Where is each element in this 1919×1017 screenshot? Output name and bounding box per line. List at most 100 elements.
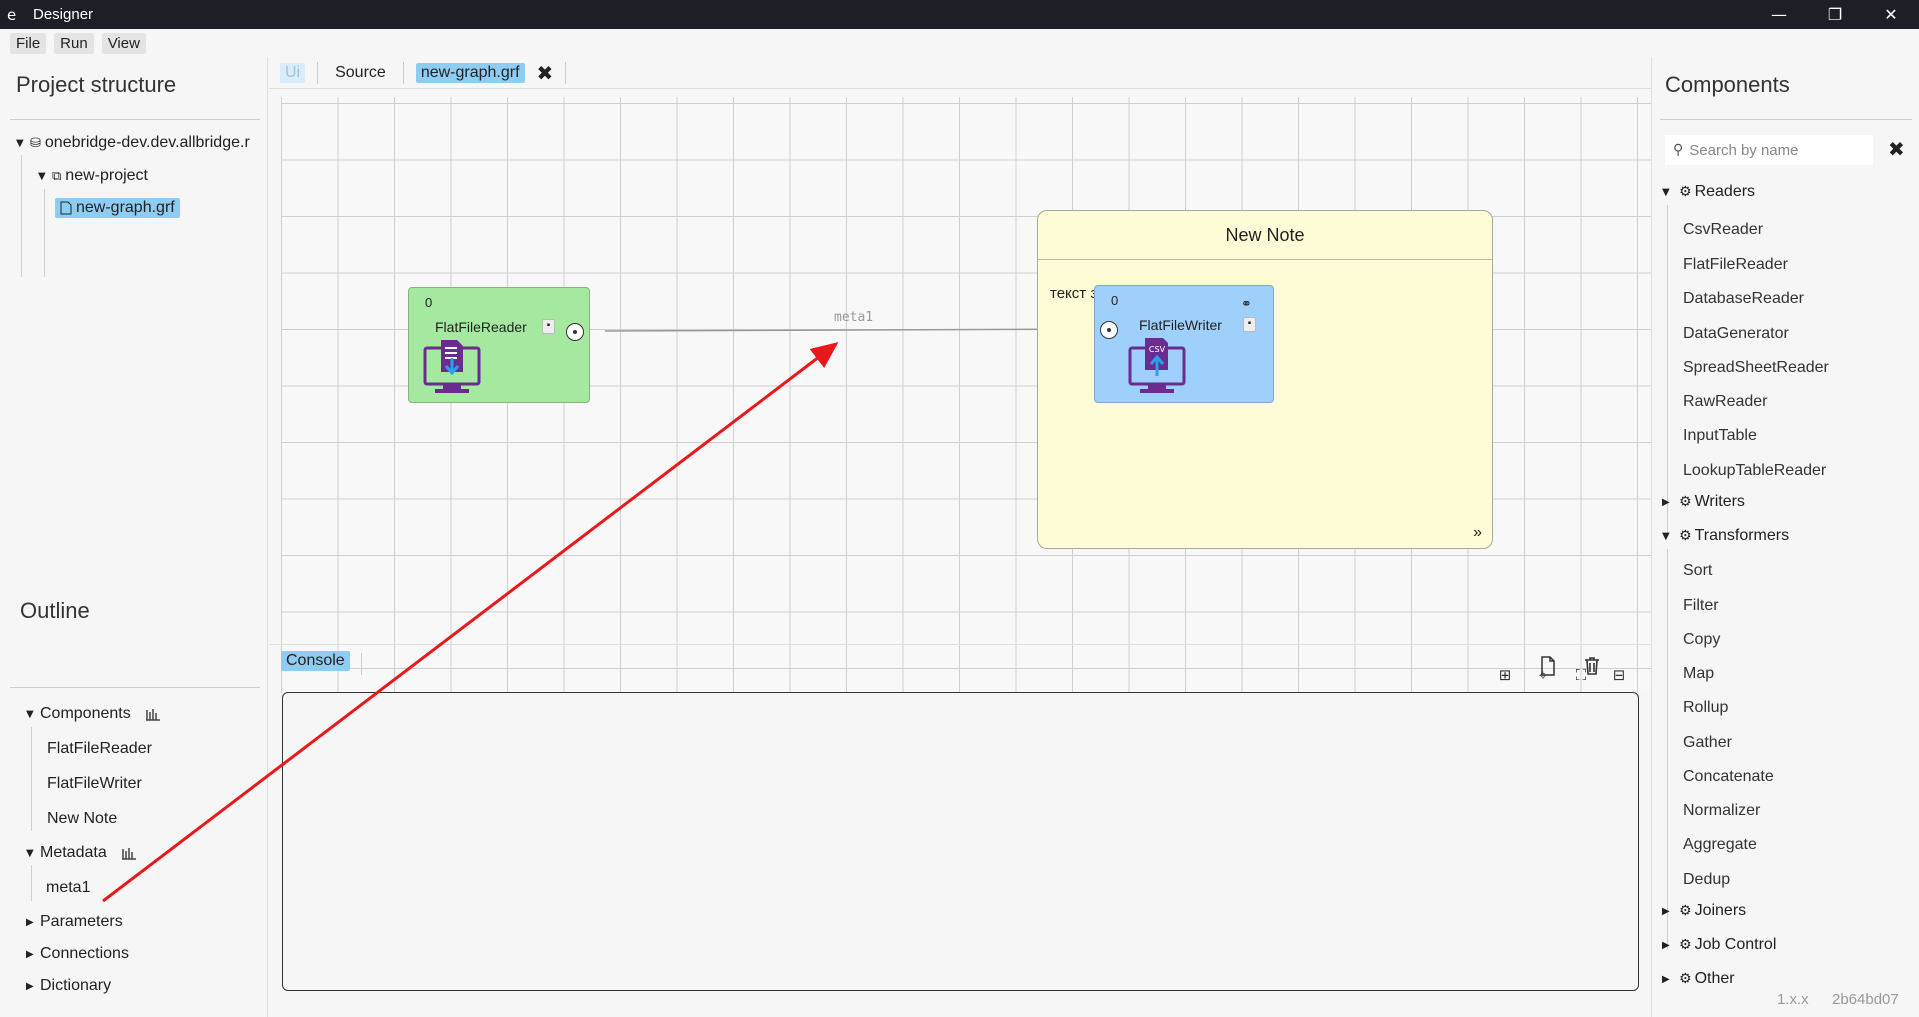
project-structure-title: Project structure [16, 72, 177, 97]
expanded-icon[interactable]: ▼ [38, 171, 52, 182]
title-bar: e Designer — ❐ ✕ [0, 0, 1919, 29]
new-file-icon[interactable] [1537, 655, 1559, 677]
note-expand-icon[interactable]: » [1473, 524, 1482, 542]
collapsed-icon[interactable]: ▶ [26, 949, 40, 960]
component-item[interactable]: DataGenerator [1683, 325, 1789, 343]
edge-label[interactable]: meta1 [834, 310, 873, 325]
collapsed-icon[interactable]: ▶ [26, 981, 40, 992]
gear-icon: ⚙ [1679, 903, 1692, 919]
minimize-icon[interactable]: — [1751, 0, 1807, 29]
tab-ui[interactable]: Ui [280, 62, 306, 83]
node-settings-icon[interactable]: ▪ [542, 319, 555, 334]
component-item[interactable]: Sort [1683, 562, 1712, 580]
outline-component-item[interactable]: FlatFileWriter [47, 775, 142, 793]
outline-connections[interactable]: ▶ Connections [26, 945, 129, 963]
category-job-control[interactable]: ▶ ⚙ Job Control [1662, 936, 1776, 954]
clear-search-icon[interactable]: ✖ [1888, 137, 1905, 161]
search-icon: ⚲ [1673, 142, 1684, 158]
component-item[interactable]: FlatFileReader [1683, 256, 1788, 274]
component-item[interactable]: LookupTableReader [1683, 462, 1826, 480]
collapsed-icon[interactable]: ▶ [1662, 497, 1676, 508]
outline-metadata-item[interactable]: meta1 [46, 879, 90, 897]
expanded-icon[interactable]: ▼ [1662, 187, 1676, 198]
outline-dictionary[interactable]: ▶ Dictionary [26, 977, 111, 995]
trash-icon[interactable] [1581, 655, 1603, 677]
collapsed-icon[interactable]: ▶ [26, 917, 40, 928]
input-port-icon[interactable] [1100, 321, 1118, 339]
expanded-icon[interactable]: ▼ [1662, 531, 1676, 542]
components-label: Components [40, 705, 131, 722]
chart-icon[interactable] [121, 846, 137, 860]
restore-icon[interactable]: ❐ [1807, 0, 1863, 29]
component-item[interactable]: SpreadSheetReader [1683, 359, 1829, 377]
tree-item-project[interactable]: ▼ ⧉ new-project [38, 167, 148, 185]
divider [269, 644, 1651, 645]
output-port-icon[interactable] [566, 323, 584, 341]
component-item[interactable]: Aggregate [1683, 836, 1757, 854]
database-icon: ⛁ [30, 135, 41, 150]
close-icon[interactable]: ✕ [1863, 0, 1919, 29]
collapsed-icon[interactable]: ▶ [1662, 974, 1676, 985]
expanded-icon[interactable]: ▼ [16, 138, 30, 149]
menu-view[interactable]: View [101, 32, 146, 54]
tree-item-server[interactable]: ▼ ⛁ onebridge-dev.dev.allbridge.r [16, 134, 250, 152]
window-title: Designer [33, 6, 94, 23]
metadata-label: Metadata [40, 844, 107, 861]
tab-console[interactable]: Console [281, 651, 350, 671]
tree-guide [31, 865, 32, 901]
expanded-icon[interactable]: ▼ [26, 848, 40, 859]
gear-icon: ⚙ [1679, 937, 1692, 953]
expanded-icon[interactable]: ▼ [26, 709, 40, 720]
component-item[interactable]: Normalizer [1683, 802, 1760, 820]
version-hash: 2b64bd07 [1832, 991, 1899, 1008]
chart-icon[interactable] [145, 707, 161, 721]
component-item[interactable]: RawReader [1683, 393, 1767, 411]
console-output[interactable] [282, 692, 1639, 991]
tab-separator [317, 61, 319, 84]
menu-run[interactable]: Run [54, 32, 94, 54]
zoom-out-icon[interactable]: ⊟ [1609, 665, 1629, 685]
component-item[interactable]: Concatenate [1683, 768, 1774, 786]
component-item[interactable]: Gather [1683, 734, 1732, 752]
node-count: 0 [425, 295, 433, 310]
search-input[interactable] [1689, 141, 1860, 159]
category-transformers[interactable]: ▼ ⚙ Transformers [1662, 527, 1789, 545]
zoom-in-icon[interactable]: ⊞ [1495, 665, 1515, 685]
category-other[interactable]: ▶ ⚙ Other [1662, 970, 1735, 988]
link-icon[interactable]: ⚭ [1241, 297, 1252, 312]
node-flatfilereader[interactable]: 0 FlatFileReader ▪ [408, 287, 590, 403]
node-flatfilewriter[interactable]: 0 FlatFileWriter ⚭ ▪ CSV [1094, 285, 1274, 403]
tab-file[interactable]: new-graph.grf [415, 62, 525, 83]
category-readers[interactable]: ▼ ⚙ Readers [1662, 183, 1755, 201]
menu-file[interactable]: File [10, 32, 47, 54]
outline-components[interactable]: ▼ Components [26, 705, 161, 723]
node-settings-icon[interactable]: ▪ [1243, 317, 1256, 332]
gear-icon: ⚙ [1679, 494, 1692, 510]
category-joiners[interactable]: ▶ ⚙ Joiners [1662, 902, 1746, 920]
category-label: Writers [1694, 493, 1745, 510]
outline-metadata[interactable]: ▼ Metadata [26, 844, 137, 862]
component-item[interactable]: DatabaseReader [1683, 290, 1804, 308]
component-item[interactable]: Filter [1683, 597, 1719, 615]
tree-item-file[interactable]: new-graph.grf [55, 198, 180, 218]
component-item[interactable]: Rollup [1683, 699, 1728, 717]
category-label: Other [1694, 970, 1735, 987]
component-item[interactable]: CsvReader [1683, 221, 1763, 239]
outline-component-item[interactable]: New Note [47, 810, 117, 828]
tree-guide [44, 189, 45, 277]
tab-source[interactable]: Source [330, 63, 391, 83]
outline-parameters[interactable]: ▶ Parameters [26, 913, 123, 931]
divider [10, 119, 260, 120]
component-item[interactable]: Copy [1683, 631, 1720, 649]
graph-canvas[interactable]: meta1 0 FlatFileReader ▪ New Note текст … [281, 97, 1651, 693]
collapsed-icon[interactable]: ▶ [1662, 940, 1676, 951]
editor-tabs: Ui Source new-graph.grf ✖ [269, 57, 1651, 89]
category-writers[interactable]: ▶ ⚙ Writers [1662, 493, 1745, 511]
collapsed-icon[interactable]: ▶ [1662, 906, 1676, 917]
outline-component-item[interactable]: FlatFileReader [47, 740, 152, 758]
component-item[interactable]: InputTable [1683, 427, 1757, 445]
component-item[interactable]: Map [1683, 665, 1714, 683]
close-tab-icon[interactable]: ✖ [537, 61, 554, 85]
file-label: new-graph.grf [76, 199, 175, 216]
component-item[interactable]: Dedup [1683, 871, 1730, 889]
